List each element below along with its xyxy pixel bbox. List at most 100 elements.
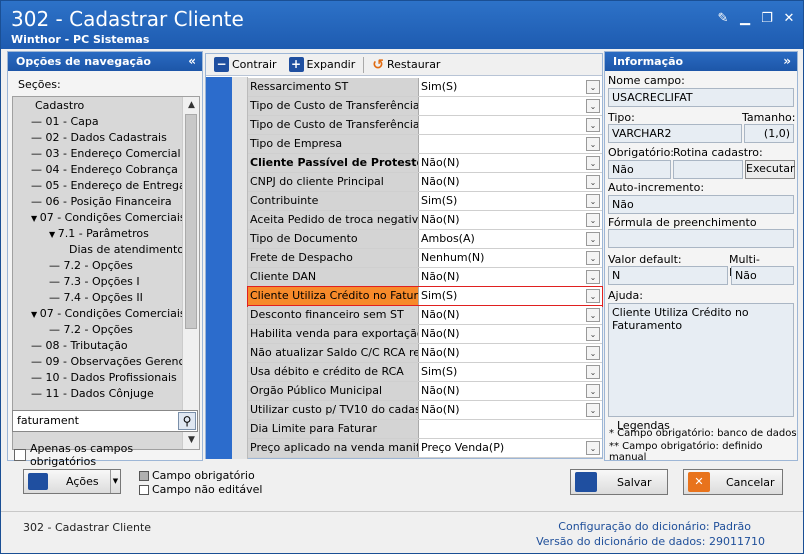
tree-item[interactable]: — 11 - Dados Cônjuge: [31, 387, 154, 400]
tree-item[interactable]: — 04 - Endereço Cobrança: [31, 163, 178, 176]
tree-item[interactable]: — 7.2 - Opções: [49, 259, 133, 272]
grid-field-value[interactable]: Não(N) ⌄: [418, 325, 602, 343]
dropdown-arrow-icon[interactable]: ⌄: [586, 403, 600, 417]
tree-item[interactable]: ▼ 07 - Condições Comerciais: [31, 211, 186, 224]
grid-row[interactable]: Habilita venda para exportação Não(N) ⌄: [248, 325, 602, 344]
dropdown-arrow-icon[interactable]: ⌄: [586, 441, 600, 455]
dropdown-arrow-icon[interactable]: ⌄: [586, 156, 600, 170]
dropdown-arrow-icon[interactable]: ⌄: [586, 137, 600, 151]
tree-item[interactable]: — 06 - Posição Financeira: [31, 195, 172, 208]
grid-field-value[interactable]: Sim(S) ⌄: [418, 192, 602, 210]
tree-item[interactable]: — 02 - Dados Cadastrais: [31, 131, 167, 144]
grid-row[interactable]: Frete de Despacho Nenhum(N) ⌄: [248, 249, 602, 268]
grid-field-value[interactable]: Não(N) ⌄: [418, 401, 602, 419]
tree-item[interactable]: — 09 - Observações Gerenciais: [31, 355, 199, 368]
tree-item[interactable]: — 7.3 - Opções I: [49, 275, 140, 288]
tree-item[interactable]: ▼ 07 - Condições Comerciais: [31, 307, 186, 320]
cancel-button[interactable]: ✕ Cancelar: [683, 469, 783, 495]
actions-dropdown-icon[interactable]: ▼: [110, 470, 120, 493]
dropdown-arrow-icon[interactable]: ⌄: [586, 118, 600, 132]
dropdown-arrow-icon[interactable]: ⌄: [586, 289, 600, 303]
grid-field-value[interactable]: Ambos(A) ⌄: [418, 230, 602, 248]
execute-button[interactable]: Executar: [745, 160, 795, 179]
dropdown-arrow-icon[interactable]: ⌄: [586, 194, 600, 208]
grid-field-value[interactable]: ⌄: [418, 116, 602, 134]
grid-row[interactable]: Cliente Passível de Protesto c Não(N) ⌄: [248, 154, 602, 173]
grid-field-value[interactable]: Não(N) ⌄: [418, 382, 602, 400]
grid-field-value[interactable]: Sim(S) ⌄: [418, 78, 602, 96]
maximize-icon[interactable]: ❐: [759, 11, 775, 27]
grid-row[interactable]: Tipo de Custo de Transferência de ⌄: [248, 97, 602, 116]
scroll-up-icon[interactable]: ▲: [183, 97, 199, 114]
section-search-input[interactable]: faturament ⚲: [12, 410, 198, 432]
scroll-thumb[interactable]: [185, 114, 197, 329]
tree-item[interactable]: — 10 - Dados Profissionais: [31, 371, 177, 384]
grid-row[interactable]: Ressarcimento ST Sim(S) ⌄: [248, 78, 602, 97]
grid-row[interactable]: Preço aplicado na venda manifestoPreço V…: [248, 439, 602, 458]
collapse-right-icon[interactable]: »: [783, 54, 791, 68]
tree-item[interactable]: — 05 - Endereço de Entrega: [31, 179, 186, 192]
collapse-button[interactable]: − Contrair: [210, 57, 281, 72]
dropdown-arrow-icon[interactable]: ⌄: [586, 270, 600, 284]
tree-item[interactable]: — 01 - Capa: [31, 115, 99, 128]
grid-field-value[interactable]: Não(N) ⌄: [418, 306, 602, 324]
expand-node-icon[interactable]: ▼: [31, 310, 40, 319]
grid-field-value[interactable]: Sim(S) ⌄: [418, 363, 602, 381]
restore-button[interactable]: ↺ Restaurar: [368, 57, 444, 73]
dropdown-arrow-icon[interactable]: ⌄: [586, 80, 600, 94]
tree-item[interactable]: — 03 - Endereço Comercial: [31, 147, 181, 160]
tree-item[interactable]: — 7.4 - Opções II: [49, 291, 143, 304]
tree-item[interactable]: — 08 - Tributação: [31, 339, 128, 352]
grid-field-value[interactable]: Não(N) ⌄: [418, 154, 602, 172]
grid-row[interactable]: Orgão Público Municipal Não(N) ⌄: [248, 382, 602, 401]
only-required-checkbox[interactable]: Apenas os campos obrigatórios: [14, 442, 202, 468]
grid-row[interactable]: Aceita Pedido de troca negativa Não(N) ⌄: [248, 211, 602, 230]
grid-row[interactable]: Contribuinte Sim(S) ⌄: [248, 192, 602, 211]
save-button[interactable]: Salvar: [570, 469, 668, 495]
grid-field-value[interactable]: Não(N) ⌄: [418, 344, 602, 362]
grid-field-value[interactable]: Sim(S) ⌄: [418, 287, 602, 305]
grid-field-value[interactable]: Nenhum(N) ⌄: [418, 249, 602, 267]
grid-row[interactable]: Utilizar custo p/ TV10 do cadastro Não(N)…: [248, 401, 602, 420]
dropdown-arrow-icon[interactable]: ⌄: [586, 99, 600, 113]
edit-window-icon[interactable]: ✎: [715, 11, 731, 27]
dropdown-arrow-icon[interactable]: ⌄: [586, 213, 600, 227]
dropdown-arrow-icon[interactable]: ⌄: [586, 232, 600, 246]
dropdown-arrow-icon[interactable]: ⌄: [586, 251, 600, 265]
dropdown-arrow-icon[interactable]: ⌄: [586, 175, 600, 189]
grid-field-value[interactable]: Não(N) ⌄: [418, 173, 602, 191]
grid-row[interactable]: Cliente Utiliza Crédito no FaturameSim(S…: [247, 286, 603, 307]
dropdown-arrow-icon[interactable]: ⌄: [586, 346, 600, 360]
expand-button[interactable]: + Expandir: [285, 57, 360, 72]
grid-row[interactable]: Cliente DAN Não(N) ⌄: [248, 268, 602, 287]
grid-row[interactable]: Tipo de Documento Ambos(A) ⌄: [248, 230, 602, 249]
collapse-left-icon[interactable]: «: [188, 54, 196, 68]
tree-item[interactable]: — 7.2 - Opções: [49, 323, 133, 336]
tree-item[interactable]: Cadastro: [35, 99, 84, 112]
grid-row[interactable]: Usa débito e crédito de RCA Sim(S) ⌄: [248, 363, 602, 382]
grid-field-value[interactable]: Preço Venda(P) ⌄: [418, 439, 602, 457]
close-icon[interactable]: ✕: [781, 11, 797, 27]
sections-tree[interactable]: Cadastro — 01 - Capa — 02 - Dados Cadastra…: [12, 96, 200, 450]
tree-scrollbar[interactable]: ▲ ▼: [182, 97, 199, 449]
grid-row[interactable]: Dia Limite para Faturar: [248, 420, 602, 439]
tree-item[interactable]: Dias de atendimento: [69, 243, 184, 256]
checkbox-box[interactable]: [14, 449, 26, 461]
dropdown-arrow-icon[interactable]: ⌄: [586, 308, 600, 322]
grid-field-value[interactable]: [418, 420, 602, 438]
grid-row[interactable]: Desconto financeiro sem ST Não(N) ⌄: [248, 306, 602, 325]
grid-row[interactable]: Tipo de Custo de Transferência en ⌄: [248, 116, 602, 135]
grid-row[interactable]: CNPJ do cliente Principal Não(N) ⌄: [248, 173, 602, 192]
grid-field-value[interactable]: ⌄: [418, 135, 602, 153]
minimize-icon[interactable]: ▁: [737, 11, 753, 27]
actions-button[interactable]: Ações ▼: [23, 469, 121, 494]
grid-field-value[interactable]: Não(N) ⌄: [418, 211, 602, 229]
dropdown-arrow-icon[interactable]: ⌄: [586, 327, 600, 341]
dropdown-arrow-icon[interactable]: ⌄: [586, 365, 600, 379]
tree-item[interactable]: ▼ 7.1 - Parâmetros: [49, 227, 149, 240]
expand-node-icon[interactable]: ▼: [49, 230, 58, 239]
dropdown-arrow-icon[interactable]: ⌄: [586, 384, 600, 398]
grid-row[interactable]: Não atualizar Saldo C/C RCA ref. aNão(N)…: [248, 344, 602, 363]
grid-field-value[interactable]: Não(N) ⌄: [418, 268, 602, 286]
search-icon[interactable]: ⚲: [178, 412, 196, 430]
